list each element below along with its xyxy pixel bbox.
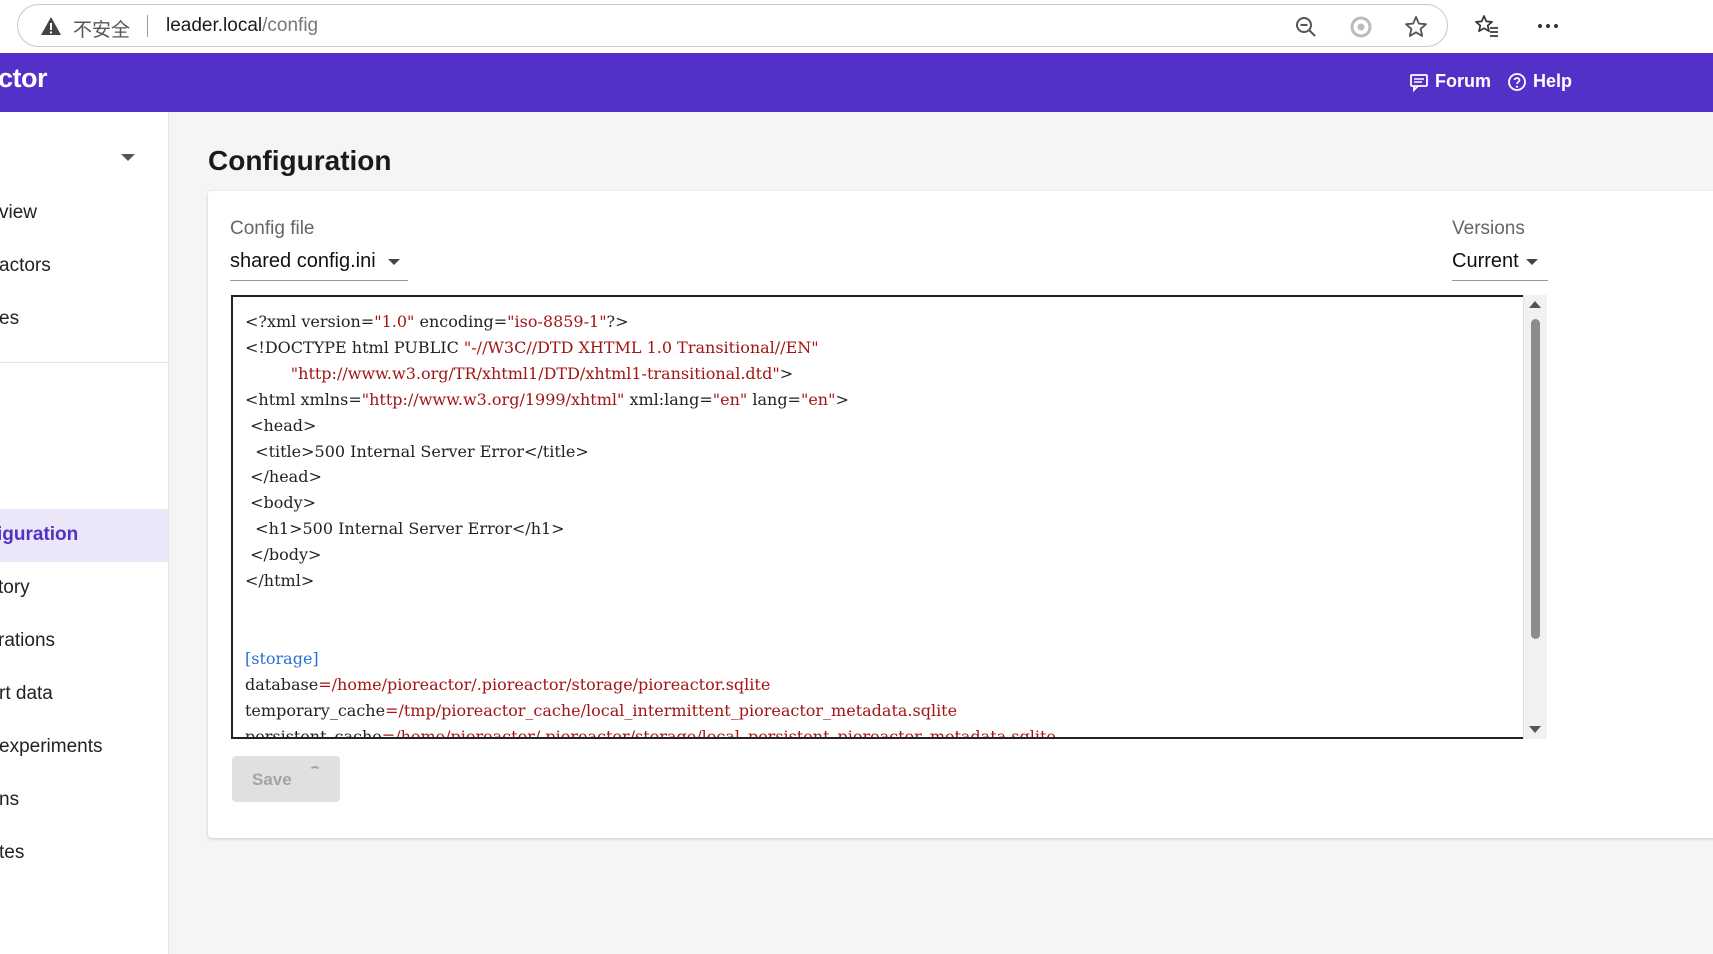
select-underline <box>230 280 408 281</box>
more-options-icon[interactable] <box>1535 13 1561 39</box>
sidebar-item-label: ns <box>0 789 20 810</box>
brand-logo-text[interactable]: ctor <box>0 63 48 94</box>
sidebar-item-label: experiments <box>0 736 103 757</box>
code-line: temporary_cache=/tmp/pioreactor_cache/lo… <box>245 700 958 720</box>
address-separator <box>147 15 148 37</box>
code-content[interactable]: <?xml version="1.0" encoding="iso-8859-1… <box>245 309 1056 739</box>
warning-icon[interactable] <box>40 16 62 36</box>
code-line: <title>500 Internal Server Error</title> <box>245 441 589 461</box>
address-bar[interactable]: 不安全 leader.local/config <box>17 4 1448 47</box>
security-label[interactable]: 不安全 <box>73 15 130 42</box>
forum-link-label: Forum <box>1435 71 1491 91</box>
scrollbar-thumb[interactable] <box>1531 319 1540 639</box>
sidebar-item-configuration[interactable]: iguration <box>0 509 168 562</box>
chevron-down-icon[interactable] <box>121 154 135 161</box>
code-line: [storage] <box>245 648 319 668</box>
code-line: <?xml version="1.0" encoding="iso-8859-1… <box>245 312 629 331</box>
sidebar-item-label: rations <box>0 630 56 651</box>
sidebar-divider <box>0 362 168 363</box>
sidebar-item-updates[interactable]: tes <box>0 827 168 880</box>
code-line: persistent_cache=/home/pioreactor/.piore… <box>245 726 1056 739</box>
help-icon <box>1508 72 1526 91</box>
config-card: Config file shared config.ini Versions C… <box>208 191 1713 838</box>
code-line: database=/home/pioreactor/.pioreactor/st… <box>245 674 771 694</box>
config-file-value: shared config.ini <box>230 250 376 272</box>
code-line: <html xmlns="http://www.w3.org/1999/xhtm… <box>245 389 849 409</box>
sidebar-item-past-experiments[interactable]: experiments <box>0 721 168 774</box>
code-line: </head> <box>245 467 322 487</box>
code-line: <body> <box>245 493 317 513</box>
app-header: ctor Forum Help <box>0 53 1713 112</box>
favorite-star-icon[interactable] <box>1403 14 1429 40</box>
zoom-out-icon[interactable] <box>1293 14 1319 40</box>
url-path: /config <box>262 15 319 36</box>
sidebar-item-pioreactors[interactable]: actors <box>0 240 168 293</box>
sidebar-item-label: es <box>0 308 20 329</box>
sidebar-item-plugins[interactable]: ns <box>0 774 168 827</box>
code-line: "http://www.w3.org/TR/xhtml1/DTD/xhtml1-… <box>290 363 794 383</box>
page-title: Configuration <box>208 145 392 176</box>
help-link-label: Help <box>1533 71 1573 91</box>
url-text[interactable]: leader.local/config <box>166 15 318 37</box>
url-host: leader.local <box>166 15 263 36</box>
chevron-down-icon <box>388 259 400 265</box>
scroll-up-arrow-icon[interactable] <box>1529 301 1541 308</box>
browser-toolbar: 不安全 leader.local/config <box>0 0 1713 53</box>
code-line: </html> <box>245 571 315 591</box>
sidebar-item-label: actors <box>0 255 51 276</box>
scroll-down-arrow-icon[interactable] <box>1529 726 1541 733</box>
sidebar-item-export-data[interactable]: rt data <box>0 668 168 721</box>
sidebar-item-label: view <box>0 202 38 223</box>
sidebar-item-label: iguration <box>0 524 79 545</box>
config-file-label: Config file <box>230 218 315 239</box>
help-link[interactable]: Help <box>1507 71 1572 92</box>
refresh-icon[interactable] <box>1348 14 1374 40</box>
loading-spinner-icon <box>309 766 321 778</box>
code-line: <h1>500 Internal Server Error</h1> <box>245 519 565 539</box>
forum-link[interactable]: Forum <box>1409 71 1491 92</box>
sidebar: view actors es iguration tory rations rt… <box>0 112 169 954</box>
save-button[interactable]: Save <box>232 756 340 802</box>
config-code-editor[interactable]: <?xml version="1.0" encoding="iso-8859-1… <box>231 295 1547 739</box>
versions-label: Versions <box>1452 218 1525 239</box>
favorites-icon[interactable] <box>1474 13 1500 39</box>
select-underline <box>1452 280 1548 281</box>
sidebar-item-profiles[interactable]: es <box>0 293 168 346</box>
editor-scrollbar[interactable] <box>1523 295 1547 739</box>
sidebar-item-label: tory <box>0 577 30 598</box>
forum-icon <box>1410 73 1428 92</box>
code-line: <!DOCTYPE html PUBLIC "-//W3C//DTD XHTML… <box>245 337 819 357</box>
sidebar-item-label: rt data <box>0 683 53 704</box>
sidebar-item-overview[interactable]: view <box>0 187 168 240</box>
save-button-label: Save <box>252 770 292 789</box>
chevron-down-icon <box>1526 259 1538 265</box>
sidebar-item-calibrations[interactable]: rations <box>0 615 168 668</box>
versions-value: Current <box>1452 250 1519 272</box>
code-line: <head> <box>245 415 317 435</box>
sidebar-item-inventory[interactable]: tory <box>0 562 168 615</box>
sidebar-item-label: tes <box>0 842 25 863</box>
code-line: </body> <box>245 545 322 565</box>
